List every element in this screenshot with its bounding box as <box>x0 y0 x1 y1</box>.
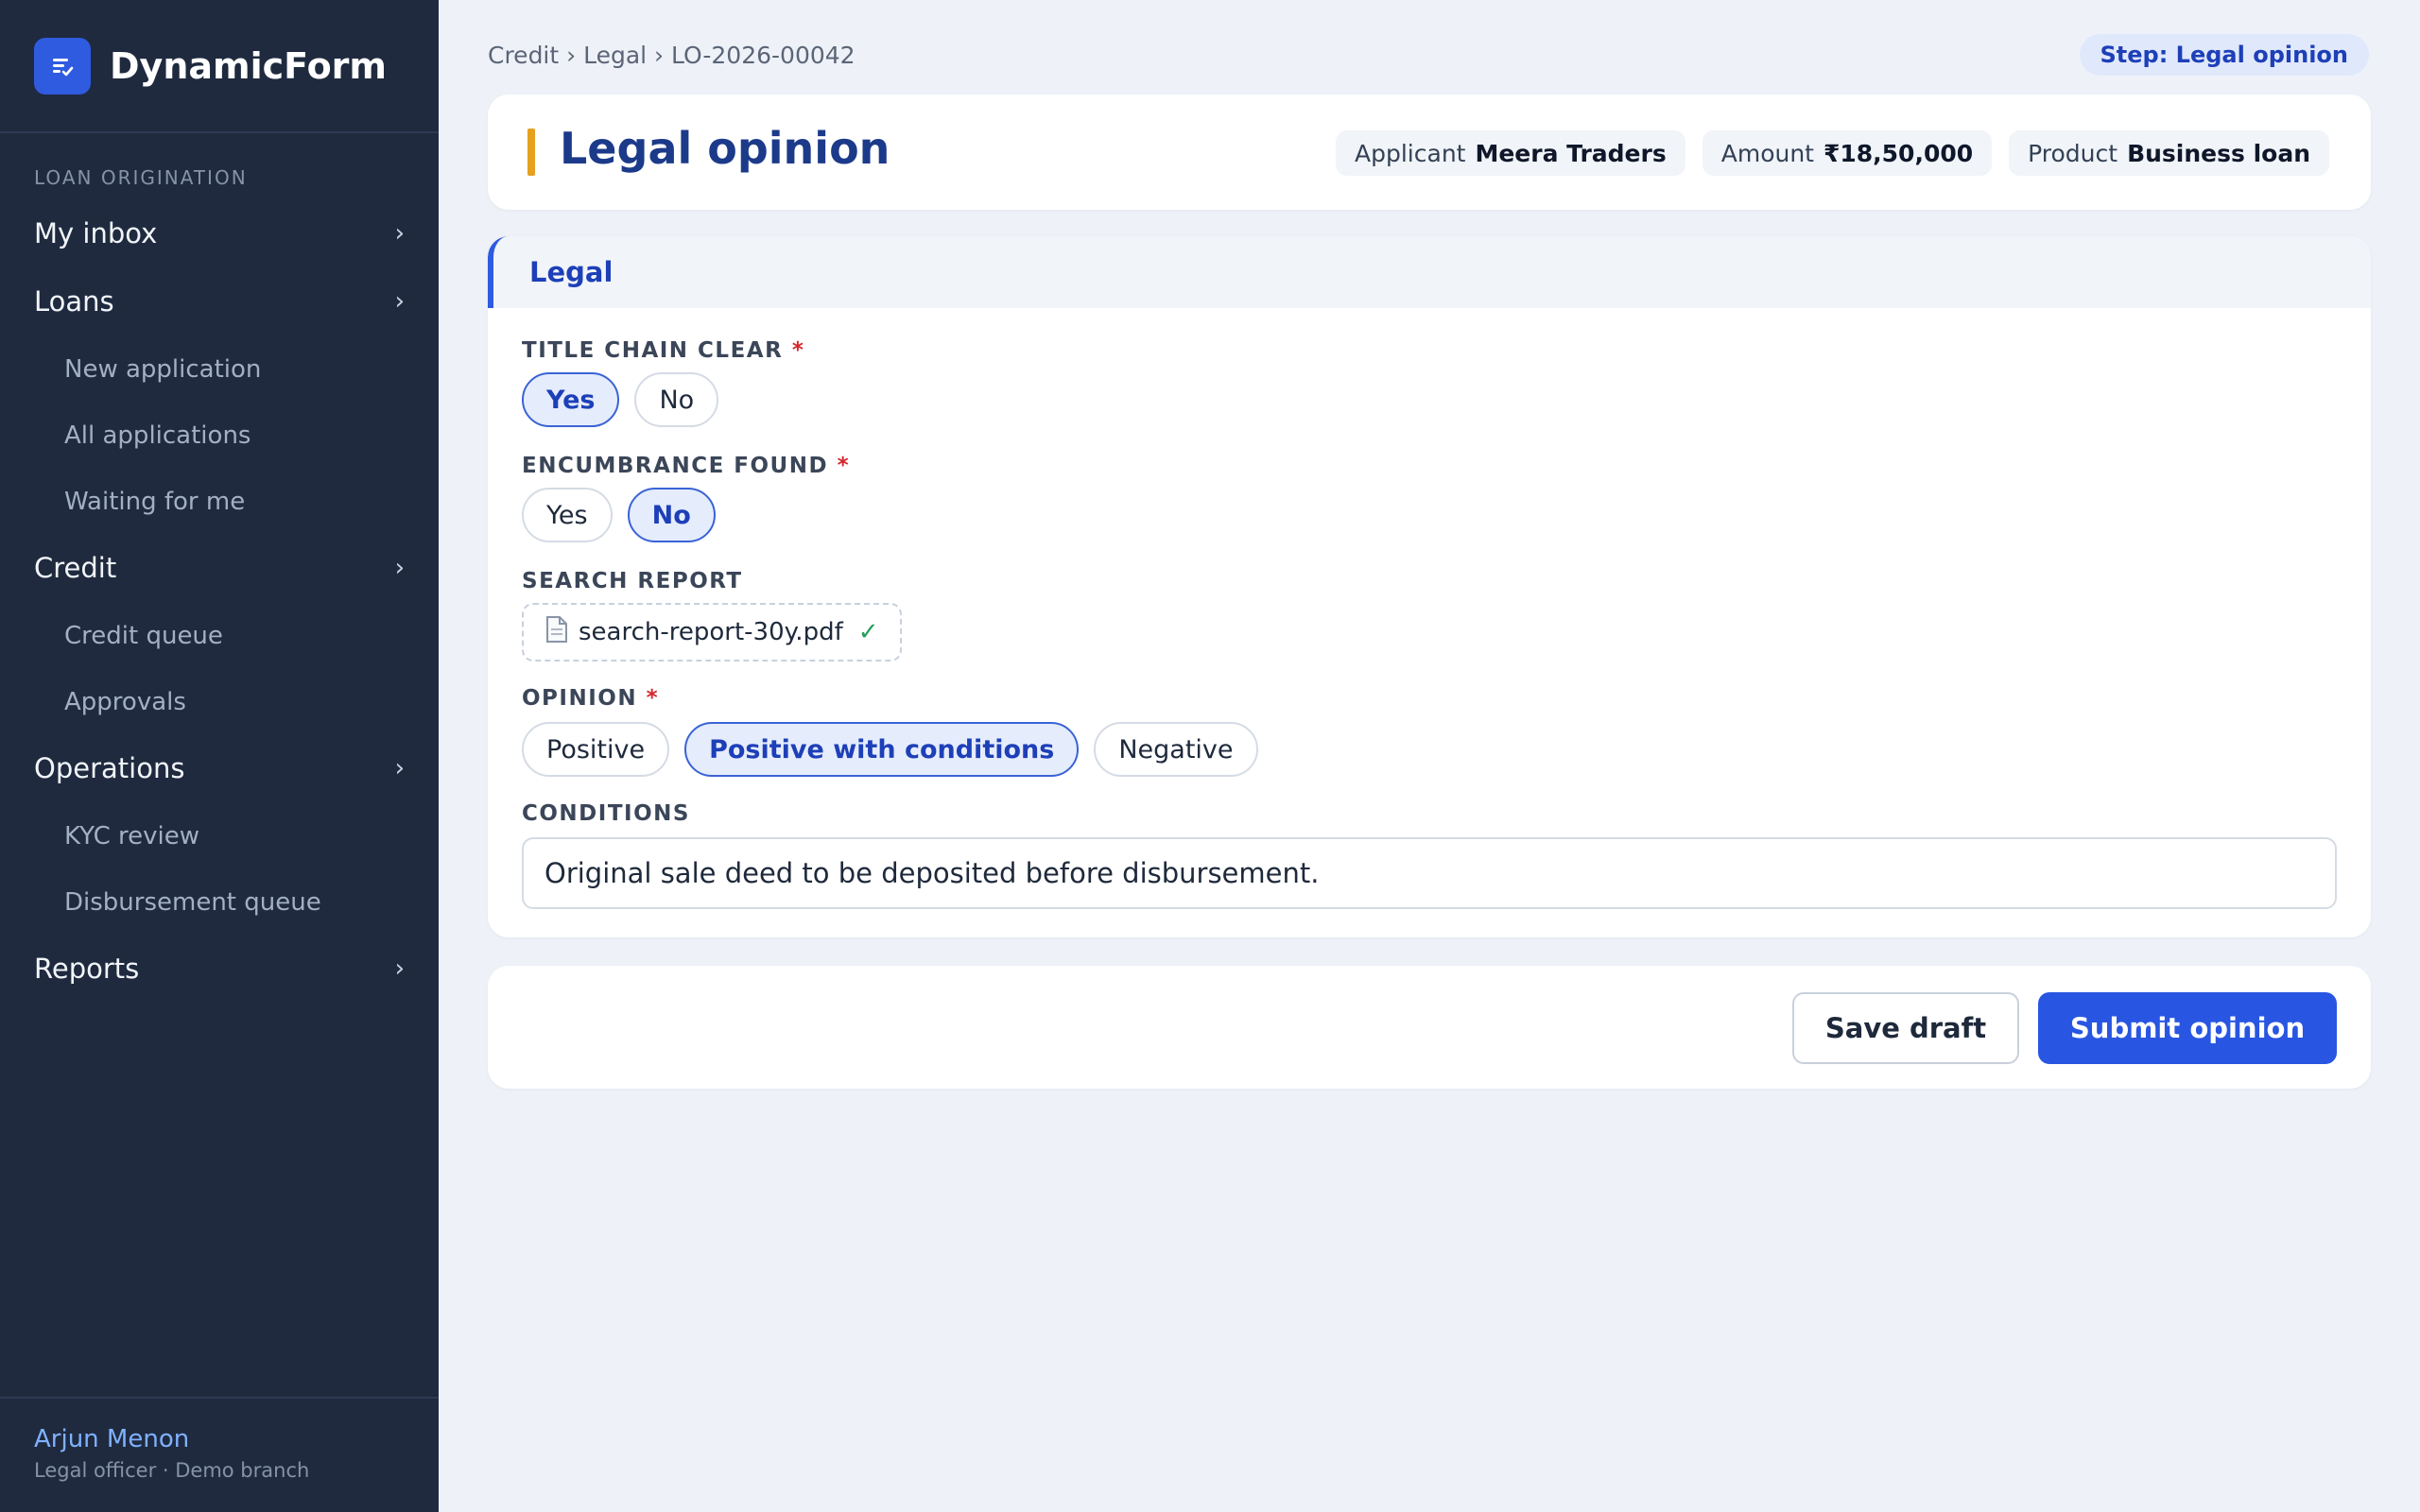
save-draft-button[interactable]: Save draft <box>1792 992 2019 1064</box>
applicant-chip: Applicant Meera Traders <box>1336 130 1685 176</box>
file-name: search-report-30y.pdf <box>579 618 843 646</box>
required-marker: * <box>837 454 851 478</box>
legal-form-card: Legal TITLE CHAIN CLEAR * Yes No ENCUMBR… <box>488 236 2371 937</box>
sidebar: DynamicForm LOAN ORIGINATION My inbox › … <box>0 0 439 1512</box>
nav-section-label: LOAN ORIGINATION <box>34 166 248 189</box>
chip-label: Applicant <box>1355 139 1466 167</box>
sidebar-item-loans[interactable]: Loans › <box>34 285 405 318</box>
section-title: Legal <box>488 236 2371 308</box>
opinion-options: Positive Positive with conditions Negati… <box>522 722 1258 777</box>
sidebar-subitem-kyc-review[interactable]: KYC review <box>64 822 199 850</box>
user-profile[interactable]: Arjun Menon Legal officer · Demo branch <box>0 1397 439 1512</box>
check-icon: ✓ <box>857 618 879 646</box>
sidebar-item-label: Operations <box>34 752 185 784</box>
conditions-input[interactable]: Original sale deed to be deposited befor… <box>522 837 2337 909</box>
sidebar-item-label: Loans <box>34 285 114 318</box>
breadcrumb[interactable]: Credit › Legal › LO-2026-00042 <box>488 42 856 69</box>
encumbrance-yes-option[interactable]: Yes <box>522 488 613 542</box>
title-accent-bar <box>527 129 535 176</box>
sidebar-item-my-inbox[interactable]: My inbox › <box>34 217 405 249</box>
sidebar-subitem-new-application[interactable]: New application <box>64 355 261 384</box>
sidebar-subitem-disbursement-queue[interactable]: Disbursement queue <box>64 888 321 917</box>
sidebar-item-operations[interactable]: Operations › <box>34 752 405 784</box>
required-marker: * <box>791 338 805 363</box>
app-name: DynamicForm <box>110 44 388 87</box>
brand[interactable]: DynamicForm <box>0 0 439 133</box>
product-chip: Product Business loan <box>2009 130 2329 176</box>
required-marker: * <box>646 686 660 711</box>
chip-value: ₹18,50,000 <box>1823 139 1974 167</box>
chevron-right-icon: › <box>394 554 405 582</box>
chevron-right-icon: › <box>394 287 405 316</box>
amount-chip: Amount ₹18,50,000 <box>1702 130 1993 176</box>
conditions-label: CONDITIONS <box>522 801 690 826</box>
title-chain-label: TITLE CHAIN CLEAR * <box>522 338 804 363</box>
opinion-positive-option[interactable]: Positive <box>522 722 670 777</box>
document-icon <box>544 615 569 650</box>
opinion-positive-with-conditions-option[interactable]: Positive with conditions <box>684 722 1080 777</box>
opinion-negative-option[interactable]: Negative <box>1094 722 1258 777</box>
opinion-label: OPINION * <box>522 686 659 711</box>
sidebar-item-reports[interactable]: Reports › <box>34 953 405 985</box>
field-label-text: TITLE CHAIN CLEAR <box>522 338 784 363</box>
sidebar-item-credit[interactable]: Credit › <box>34 552 405 584</box>
sidebar-item-label: Credit <box>34 552 117 584</box>
chip-label: Amount <box>1720 139 1814 167</box>
field-label-text: OPINION <box>522 686 638 711</box>
submit-opinion-button[interactable]: Submit opinion <box>2038 992 2337 1064</box>
encumbrance-options: Yes No <box>522 488 716 542</box>
chevron-right-icon: › <box>394 954 405 983</box>
step-badge: Step: Legal opinion <box>2079 34 2369 76</box>
field-label-text: ENCUMBRANCE FOUND <box>522 454 829 478</box>
sidebar-subitem-all-applications[interactable]: All applications <box>64 421 251 450</box>
search-report-label: SEARCH REPORT <box>522 569 743 593</box>
chip-value: Business loan <box>2127 139 2310 167</box>
summary-chips: Applicant Meera Traders Amount ₹18,50,00… <box>1336 130 2329 176</box>
chip-value: Meera Traders <box>1475 139 1667 167</box>
sidebar-subitem-waiting-for-me[interactable]: Waiting for me <box>64 488 245 516</box>
chip-label: Product <box>2028 139 2118 167</box>
page-title: Legal opinion <box>560 123 890 174</box>
form-logo-icon <box>34 37 91 94</box>
actions-card: Save draft Submit opinion <box>488 966 2371 1089</box>
sidebar-subitem-approvals[interactable]: Approvals <box>64 688 186 716</box>
sidebar-subitem-credit-queue[interactable]: Credit queue <box>64 622 223 650</box>
title-chain-no-option[interactable]: No <box>634 372 719 427</box>
user-name[interactable]: Arjun Menon <box>34 1425 439 1453</box>
encumbrance-no-option[interactable]: No <box>627 488 716 542</box>
chevron-right-icon: › <box>394 754 405 782</box>
title-chain-yes-option[interactable]: Yes <box>522 372 620 427</box>
header-card: Legal opinion Applicant Meera Traders Am… <box>488 94 2371 210</box>
sidebar-item-label: Reports <box>34 953 140 985</box>
title-chain-options: Yes No <box>522 372 719 427</box>
user-role: Legal officer · Demo branch <box>34 1459 310 1482</box>
search-report-file[interactable]: search-report-30y.pdf ✓ <box>522 603 902 662</box>
encumbrance-label: ENCUMBRANCE FOUND * <box>522 454 850 478</box>
chevron-right-icon: › <box>394 219 405 248</box>
sidebar-item-label: My inbox <box>34 217 158 249</box>
